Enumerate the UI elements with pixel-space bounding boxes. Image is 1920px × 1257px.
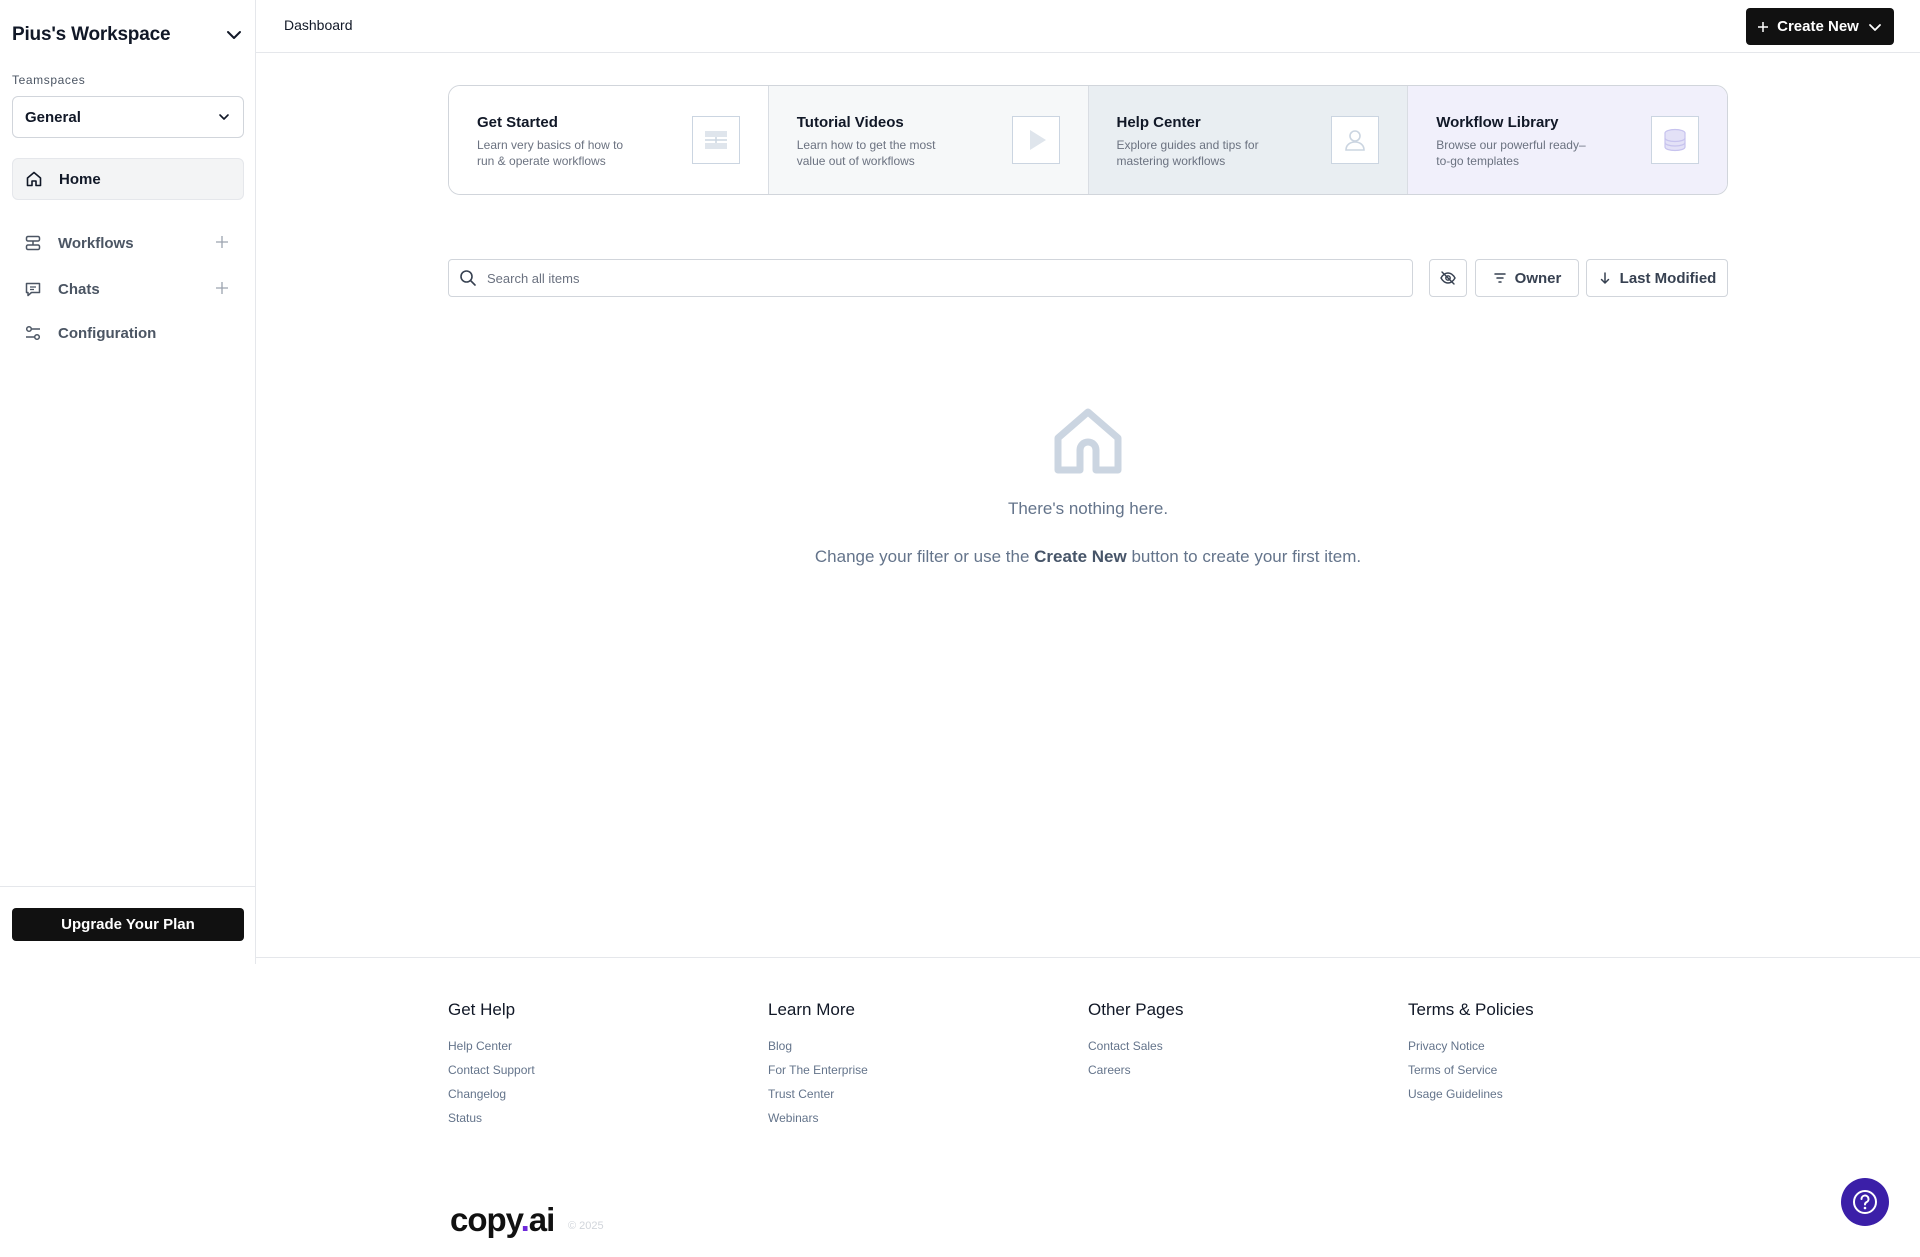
search-bar	[448, 259, 1413, 297]
copyai-logo[interactable]: copy.ai	[450, 1201, 556, 1239]
footer-link[interactable]: Careers	[1088, 1058, 1183, 1082]
card-description: Explore guides and tips for mastering wo…	[1116, 138, 1259, 168]
footer-link[interactable]: Blog	[768, 1034, 868, 1058]
chevron-down-icon	[219, 114, 229, 120]
footer-column-terms-policies: Terms & Policies Privacy Notice Terms of…	[1408, 1000, 1534, 1106]
person-icon	[1331, 116, 1380, 164]
card-description: Learn how to get the most value out of w…	[796, 138, 936, 168]
sidebar-item-chats[interactable]: Chats	[12, 268, 244, 310]
card-description: Browse our powerful ready–to-go template…	[1436, 138, 1586, 168]
add-chat-icon[interactable]	[214, 280, 230, 296]
footer-link[interactable]: Usage Guidelines	[1408, 1082, 1534, 1106]
card-tutorial-videos[interactable]: Tutorial Videos Learn how to get the mos…	[768, 86, 1089, 194]
card-description: Learn very basics of how to run & operat…	[477, 138, 624, 168]
footer: Get Help Help Center Contact Support Cha…	[256, 957, 1920, 1257]
upgrade-plan-button[interactable]: Upgrade Your Plan	[12, 908, 244, 941]
upgrade-section: Upgrade Your Plan	[0, 886, 256, 964]
plus-icon	[1758, 21, 1769, 32]
sidebar-item-home[interactable]: Home	[12, 158, 244, 200]
card-workflow-library[interactable]: Workflow Library Browse our powerful rea…	[1408, 86, 1727, 194]
sort-button[interactable]: Last Modified	[1586, 259, 1728, 297]
teamspaces-label: Teamspaces	[12, 73, 86, 87]
breadcrumb: Dashboard	[284, 17, 353, 33]
sidebar: Pius's Workspace Teamspaces General Home…	[0, 0, 256, 964]
empty-desc-suffix: button to create your first item.	[1126, 547, 1362, 566]
footer-column-learn-more: Learn More Blog For The Enterprise Trust…	[768, 1000, 868, 1130]
logo-text: copy	[450, 1201, 522, 1238]
footer-column-title: Terms & Policies	[1408, 1000, 1534, 1019]
chat-icon	[24, 280, 42, 298]
arrow-down-icon	[1600, 272, 1609, 284]
footer-column-title: Get Help	[448, 1000, 516, 1019]
eye-off-icon	[1440, 271, 1456, 285]
empty-desc-highlight: Create New	[1034, 547, 1127, 566]
footer-link[interactable]: Contact Support	[448, 1058, 535, 1082]
sidebar-item-configuration[interactable]: Configuration	[12, 312, 244, 354]
card-get-started[interactable]: Get Started Learn very basics of how to …	[449, 86, 769, 194]
footer-column-title: Other Pages	[1088, 1000, 1184, 1019]
visibility-toggle-button[interactable]	[1429, 259, 1467, 297]
sidebar-item-label: Home	[59, 170, 101, 188]
workspace-title: Pius's Workspace	[12, 24, 171, 45]
footer-link[interactable]: Changelog	[448, 1082, 535, 1106]
question-circle-icon	[1853, 1190, 1877, 1214]
teamspace-select[interactable]: General	[12, 96, 244, 138]
sidebar-item-label: Configuration	[58, 324, 157, 342]
layout-icon	[691, 116, 740, 164]
home-icon	[25, 170, 43, 188]
sidebar-item-label: Workflows	[58, 234, 134, 252]
owner-filter-label: Owner	[1514, 269, 1562, 287]
filter-icon	[1493, 273, 1506, 283]
sliders-icon	[24, 324, 42, 342]
workflows-icon	[24, 234, 42, 252]
footer-column-get-help: Get Help Help Center Contact Support Cha…	[448, 1000, 535, 1130]
footer-link[interactable]: Contact Sales	[1088, 1034, 1183, 1058]
sort-label: Last Modified	[1619, 269, 1717, 287]
quickstart-cards: Get Started Learn very basics of how to …	[448, 85, 1728, 195]
empty-state-description: Change your filter or use the Create New…	[448, 547, 1728, 567]
logo-dot: .	[520, 1201, 530, 1238]
footer-link[interactable]: Webinars	[768, 1106, 868, 1130]
help-button[interactable]	[1841, 1178, 1889, 1226]
empty-desc-prefix: Change your filter or use the	[814, 547, 1035, 566]
owner-filter-button[interactable]: Owner	[1475, 259, 1579, 297]
empty-home-icon	[1054, 408, 1122, 474]
chevron-down-icon	[227, 31, 241, 39]
footer-column-other-pages: Other Pages Contact Sales Careers	[1088, 1000, 1183, 1082]
footer-link[interactable]: Trust Center	[768, 1082, 868, 1106]
footer-link[interactable]: Terms of Service	[1408, 1058, 1534, 1082]
search-icon	[460, 270, 476, 286]
footer-column-title: Learn More	[768, 1000, 855, 1019]
sidebar-item-workflows[interactable]: Workflows	[12, 222, 244, 264]
topbar: Dashboard Create New	[256, 0, 1920, 53]
card-help-center[interactable]: Help Center Explore guides and tips for …	[1088, 86, 1409, 194]
play-icon	[1011, 116, 1060, 164]
workspace-switcher[interactable]: Pius's Workspace	[12, 20, 244, 50]
footer-link[interactable]: For The Enterprise	[768, 1058, 868, 1082]
logo-suffix: ai	[528, 1201, 556, 1238]
add-workflow-icon[interactable]	[214, 234, 230, 250]
create-new-button[interactable]: Create New	[1746, 8, 1894, 45]
teamspace-value: General	[25, 108, 81, 126]
create-new-label: Create New	[1777, 18, 1859, 35]
database-icon	[1651, 116, 1699, 164]
footer-link[interactable]: Status	[448, 1106, 535, 1130]
search-input[interactable]	[487, 270, 1387, 286]
sidebar-item-label: Chats	[58, 280, 100, 298]
copyright: © 2025	[568, 1220, 604, 1232]
chevron-down-icon	[1868, 23, 1881, 31]
footer-link[interactable]: Privacy Notice	[1408, 1034, 1534, 1058]
empty-state-title: There's nothing here.	[1007, 499, 1169, 518]
footer-link[interactable]: Help Center	[448, 1034, 535, 1058]
